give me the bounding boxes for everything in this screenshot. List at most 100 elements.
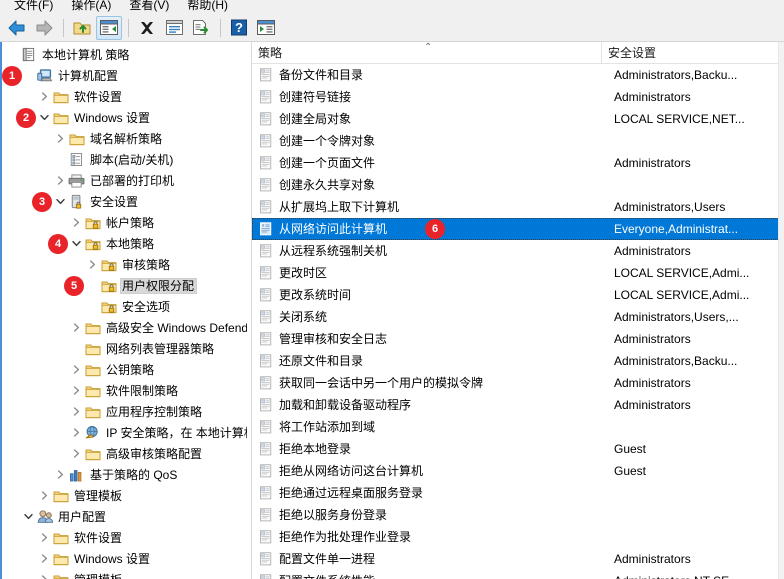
chevron-right-icon[interactable] <box>68 320 84 336</box>
tree-item-8[interactable]: 帐户策略 <box>0 212 251 233</box>
back-icon[interactable] <box>4 16 30 40</box>
table-row[interactable]: 创建符号链接 Administrators <box>252 86 784 108</box>
tree-item-18[interactable]: IP 安全策略，在 本地计算机 <box>0 422 251 443</box>
tree-item-0[interactable]: 本地计算机 策略 <box>0 44 251 65</box>
table-row[interactable]: 管理审核和安全日志 Administrators <box>252 328 784 350</box>
table-row[interactable]: 配置文件系统性能Administrators,NT SE... <box>252 570 784 579</box>
chevron-down-icon[interactable] <box>68 236 84 252</box>
tree-item-label: 公钥策略 <box>106 362 155 377</box>
chevron-right-icon[interactable] <box>36 89 52 105</box>
show-action-pane-icon[interactable] <box>253 16 279 40</box>
table-row[interactable]: 拒绝从网络访问这台计算机 Guest <box>252 460 784 482</box>
tree-item-6[interactable]: 已部署的打印机 <box>0 170 251 191</box>
chevron-right-icon[interactable] <box>68 446 84 462</box>
chevron-right-icon[interactable] <box>68 404 84 420</box>
tree-item-14[interactable]: 网络列表管理器策略 <box>0 338 251 359</box>
delete-icon[interactable] <box>134 16 160 40</box>
chevron-right-icon[interactable] <box>68 362 84 378</box>
tree-item-21[interactable]: 管理模板 <box>0 485 251 506</box>
tree-item-13[interactable]: 高级安全 Windows Defend <box>0 317 251 338</box>
tree-item-20[interactable]: 基于策略的 QoS <box>0 464 251 485</box>
chevron-right-icon[interactable] <box>68 383 84 399</box>
security-setting-value: Administrators <box>614 332 691 346</box>
show-hide-tree-icon[interactable] <box>96 15 122 40</box>
table-row[interactable]: 还原文件和目录 Administrators,Backu... <box>252 350 784 372</box>
lock-folder-icon <box>85 216 101 230</box>
properties-icon[interactable] <box>161 16 187 40</box>
column-policy[interactable]: 策略 ⌃ <box>252 42 602 63</box>
tree-item-25[interactable]: 管理模板 <box>0 569 251 579</box>
policy-name: 创建全局对象 <box>279 112 352 126</box>
forward-icon[interactable] <box>31 16 57 40</box>
tree-item-11[interactable]: 用户权限分配 <box>0 275 251 296</box>
tree-item-4[interactable]: 域名解析策略 <box>0 128 251 149</box>
table-row[interactable]: 创建一个令牌对象 <box>252 130 784 152</box>
column-security-setting[interactable]: 安全设置 <box>602 42 784 63</box>
policy-list-pane[interactable]: 策略 ⌃ 安全设置 备份文件和目录 Administrators,Backu...… <box>252 42 784 579</box>
tree-item-3[interactable]: Windows 设置 <box>0 107 251 128</box>
policy-icon <box>259 442 273 456</box>
chevron-right-icon[interactable] <box>68 215 84 231</box>
table-row[interactable]: 从网络访问此计算机 Everyone,Administrat... <box>252 218 784 240</box>
table-row[interactable]: 更改系统时间 LOCAL SERVICE,Admi... <box>252 284 784 306</box>
menu-view[interactable]: 查看(V) <box>121 0 179 14</box>
table-row[interactable]: 创建一个页面文件 Administrators <box>252 152 784 174</box>
tree-item-5[interactable]: 脚本(启动/关机) <box>0 149 251 170</box>
help-icon[interactable]: ? <box>226 16 252 40</box>
tree-item-1[interactable]: 计算机配置 <box>0 65 251 86</box>
chevron-right-icon[interactable] <box>84 257 100 273</box>
menu-file[interactable]: 文件(F) <box>6 0 63 14</box>
chevron-right-icon[interactable] <box>52 131 68 147</box>
table-row[interactable]: 创建永久共享对象 <box>252 174 784 196</box>
chevron-right-icon[interactable] <box>52 173 68 189</box>
tree-item-24[interactable]: Windows 设置 <box>0 548 251 569</box>
tree-item-22[interactable]: 用户配置 <box>0 506 251 527</box>
table-row[interactable]: 拒绝通过远程桌面服务登录 <box>252 482 784 504</box>
table-row[interactable]: 配置文件单一进程 Administrators <box>252 548 784 570</box>
up-folder-icon[interactable] <box>69 16 95 40</box>
tree-item-23[interactable]: 软件设置 <box>0 527 251 548</box>
table-row[interactable]: 拒绝以服务身份登录 <box>252 504 784 526</box>
table-row[interactable]: 关闭系统 Administrators,Users,... <box>252 306 784 328</box>
menu-help[interactable]: 帮助(H) <box>179 0 238 14</box>
table-row[interactable]: 更改时区 LOCAL SERVICE,Admi... <box>252 262 784 284</box>
chevron-down-icon[interactable] <box>36 110 52 126</box>
policy-icon <box>259 90 273 104</box>
security-setting-value: LOCAL SERVICE,Admi... <box>614 288 750 302</box>
table-row[interactable]: 将工作站添加到域 <box>252 416 784 438</box>
chevron-down-icon[interactable] <box>20 509 36 525</box>
tree-item-17[interactable]: 应用程序控制策略 <box>0 401 251 422</box>
table-row[interactable]: 拒绝作为批处理作业登录 <box>252 526 784 548</box>
chevron-right-icon[interactable] <box>36 488 52 504</box>
table-row[interactable]: 获取同一会话中另一个用户的模拟令牌 Administrators <box>252 372 784 394</box>
tree-item-16[interactable]: 软件限制策略 <box>0 380 251 401</box>
console-tree-pane[interactable]: 本地计算机 策略 计算机配置 软件设置 Windows 设置 域名解析策略 脚本(启动/关… <box>0 42 252 579</box>
policy-icon <box>259 486 273 500</box>
tree-item-9[interactable]: 本地策略 <box>0 233 251 254</box>
table-row[interactable]: 从远程系统强制关机 Administrators <box>252 240 784 262</box>
column-security-setting-label: 安全设置 <box>608 46 657 60</box>
tree-item-15[interactable]: 公钥策略 <box>0 359 251 380</box>
ipsec-icon <box>84 425 101 440</box>
table-row[interactable]: 备份文件和目录 Administrators,Backu... <box>252 64 784 86</box>
export-list-icon[interactable] <box>188 16 214 40</box>
policy-name: 配置文件单一进程 <box>279 552 376 566</box>
chevron-right-icon[interactable] <box>52 467 68 483</box>
table-row[interactable]: 拒绝本地登录 Guest <box>252 438 784 460</box>
chevron-right-icon[interactable] <box>36 551 52 567</box>
menu-action[interactable]: 操作(A) <box>63 0 121 14</box>
tree-item-12[interactable]: 安全选项 <box>0 296 251 317</box>
tree-item-10[interactable]: 审核策略 <box>0 254 251 275</box>
policy-list: 备份文件和目录 Administrators,Backu... 创建符号链接 Admi… <box>252 64 784 579</box>
table-row[interactable]: 创建全局对象 LOCAL SERVICE,NET... <box>252 108 784 130</box>
tree-item-19[interactable]: 高级审核策略配置 <box>0 443 251 464</box>
tree-item-2[interactable]: 软件设置 <box>0 86 251 107</box>
table-row[interactable]: 从扩展坞上取下计算机 Administrators,Users <box>252 196 784 218</box>
policy-icon <box>259 134 273 148</box>
chevron-right-icon[interactable] <box>36 530 52 546</box>
chevron-right-icon[interactable] <box>36 572 52 579</box>
policy-icon <box>259 68 273 82</box>
chevron-right-icon[interactable] <box>68 425 84 441</box>
table-row[interactable]: 加载和卸载设备驱动程序 Administrators <box>252 394 784 416</box>
chevron-down-icon[interactable] <box>52 194 68 210</box>
